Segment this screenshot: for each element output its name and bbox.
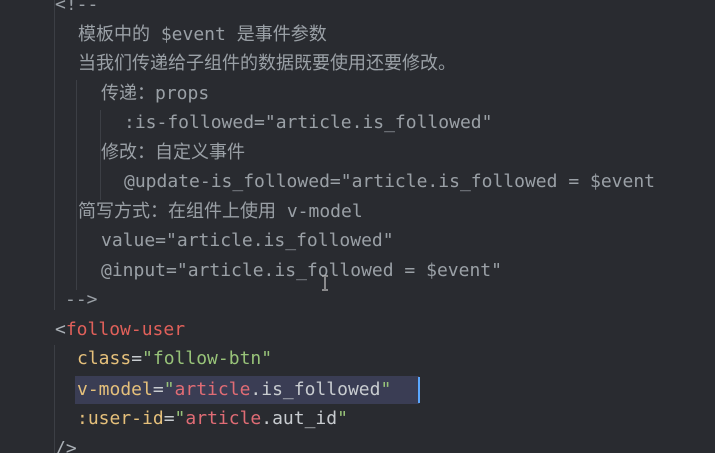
code-line-comment: 模板中的 $event 是事件参数 (78, 24, 327, 45)
code-line-comment-open: <!-- (55, 0, 99, 15)
code-line-comment: value="article.is_followed" (101, 230, 394, 251)
indent-guide (76, 80, 77, 290)
code-line-comment: 当我们传递给子组件的数据既要使用还要修改。 (78, 53, 456, 74)
code-line-tag-close: /> (55, 438, 77, 453)
attr-quote: " (163, 379, 175, 400)
attr-value: follow-btn (152, 348, 262, 369)
attr-name: class (77, 348, 132, 369)
attr-value-member: .aut_id (261, 408, 338, 429)
code-line-tag-open: <follow-user (55, 315, 185, 344)
code-line-attr-userid: :user-id="article.aut_id" (77, 404, 348, 433)
attr-name: v-model (77, 379, 153, 400)
indent-guide (54, 0, 55, 310)
attr-quote: " (337, 408, 348, 429)
attr-eq: = (163, 408, 175, 429)
tag-bracket: < (55, 319, 66, 340)
code-line-comment: 简写方式：在组件上使用 v-model (78, 201, 363, 222)
code-line-attr-class: class="follow-btn" (77, 344, 272, 373)
attr-quote: " (380, 379, 392, 400)
code-line-comment: @input="article.is_followed = $event" (101, 260, 502, 281)
attr-quote: " (142, 348, 153, 369)
code-editor[interactable]: <!-- 模板中的 $event 是事件参数 当我们传递给子组件的数据既要使用还… (0, 0, 715, 453)
code-line-comment: @update-is_followed="article.is_followed… (124, 171, 656, 192)
attr-value: article (174, 379, 251, 400)
code-line-comment-close: --> (65, 289, 98, 310)
attr-quote: " (261, 348, 273, 369)
attr-eq: = (131, 348, 143, 369)
i-beam-cursor-icon (322, 275, 328, 291)
attr-quote: " (174, 408, 186, 429)
attr-eq: = (152, 379, 164, 400)
code-line-attr-vmodel: v-model="article.is_followed" (77, 375, 391, 404)
attr-value-member: .is_followed (250, 379, 381, 400)
i-beam-cursor-icon (320, 275, 330, 291)
text-caret (418, 377, 420, 403)
code-line-comment: 传递：props (101, 83, 210, 104)
tag-name: follow-user (65, 319, 186, 340)
code-line-comment: 修改：自定义事件 (101, 142, 245, 163)
attr-name: :user-id (77, 408, 164, 429)
attr-value: article (185, 408, 262, 429)
code-line-comment: :is-followed="article.is_followed" (124, 112, 493, 133)
